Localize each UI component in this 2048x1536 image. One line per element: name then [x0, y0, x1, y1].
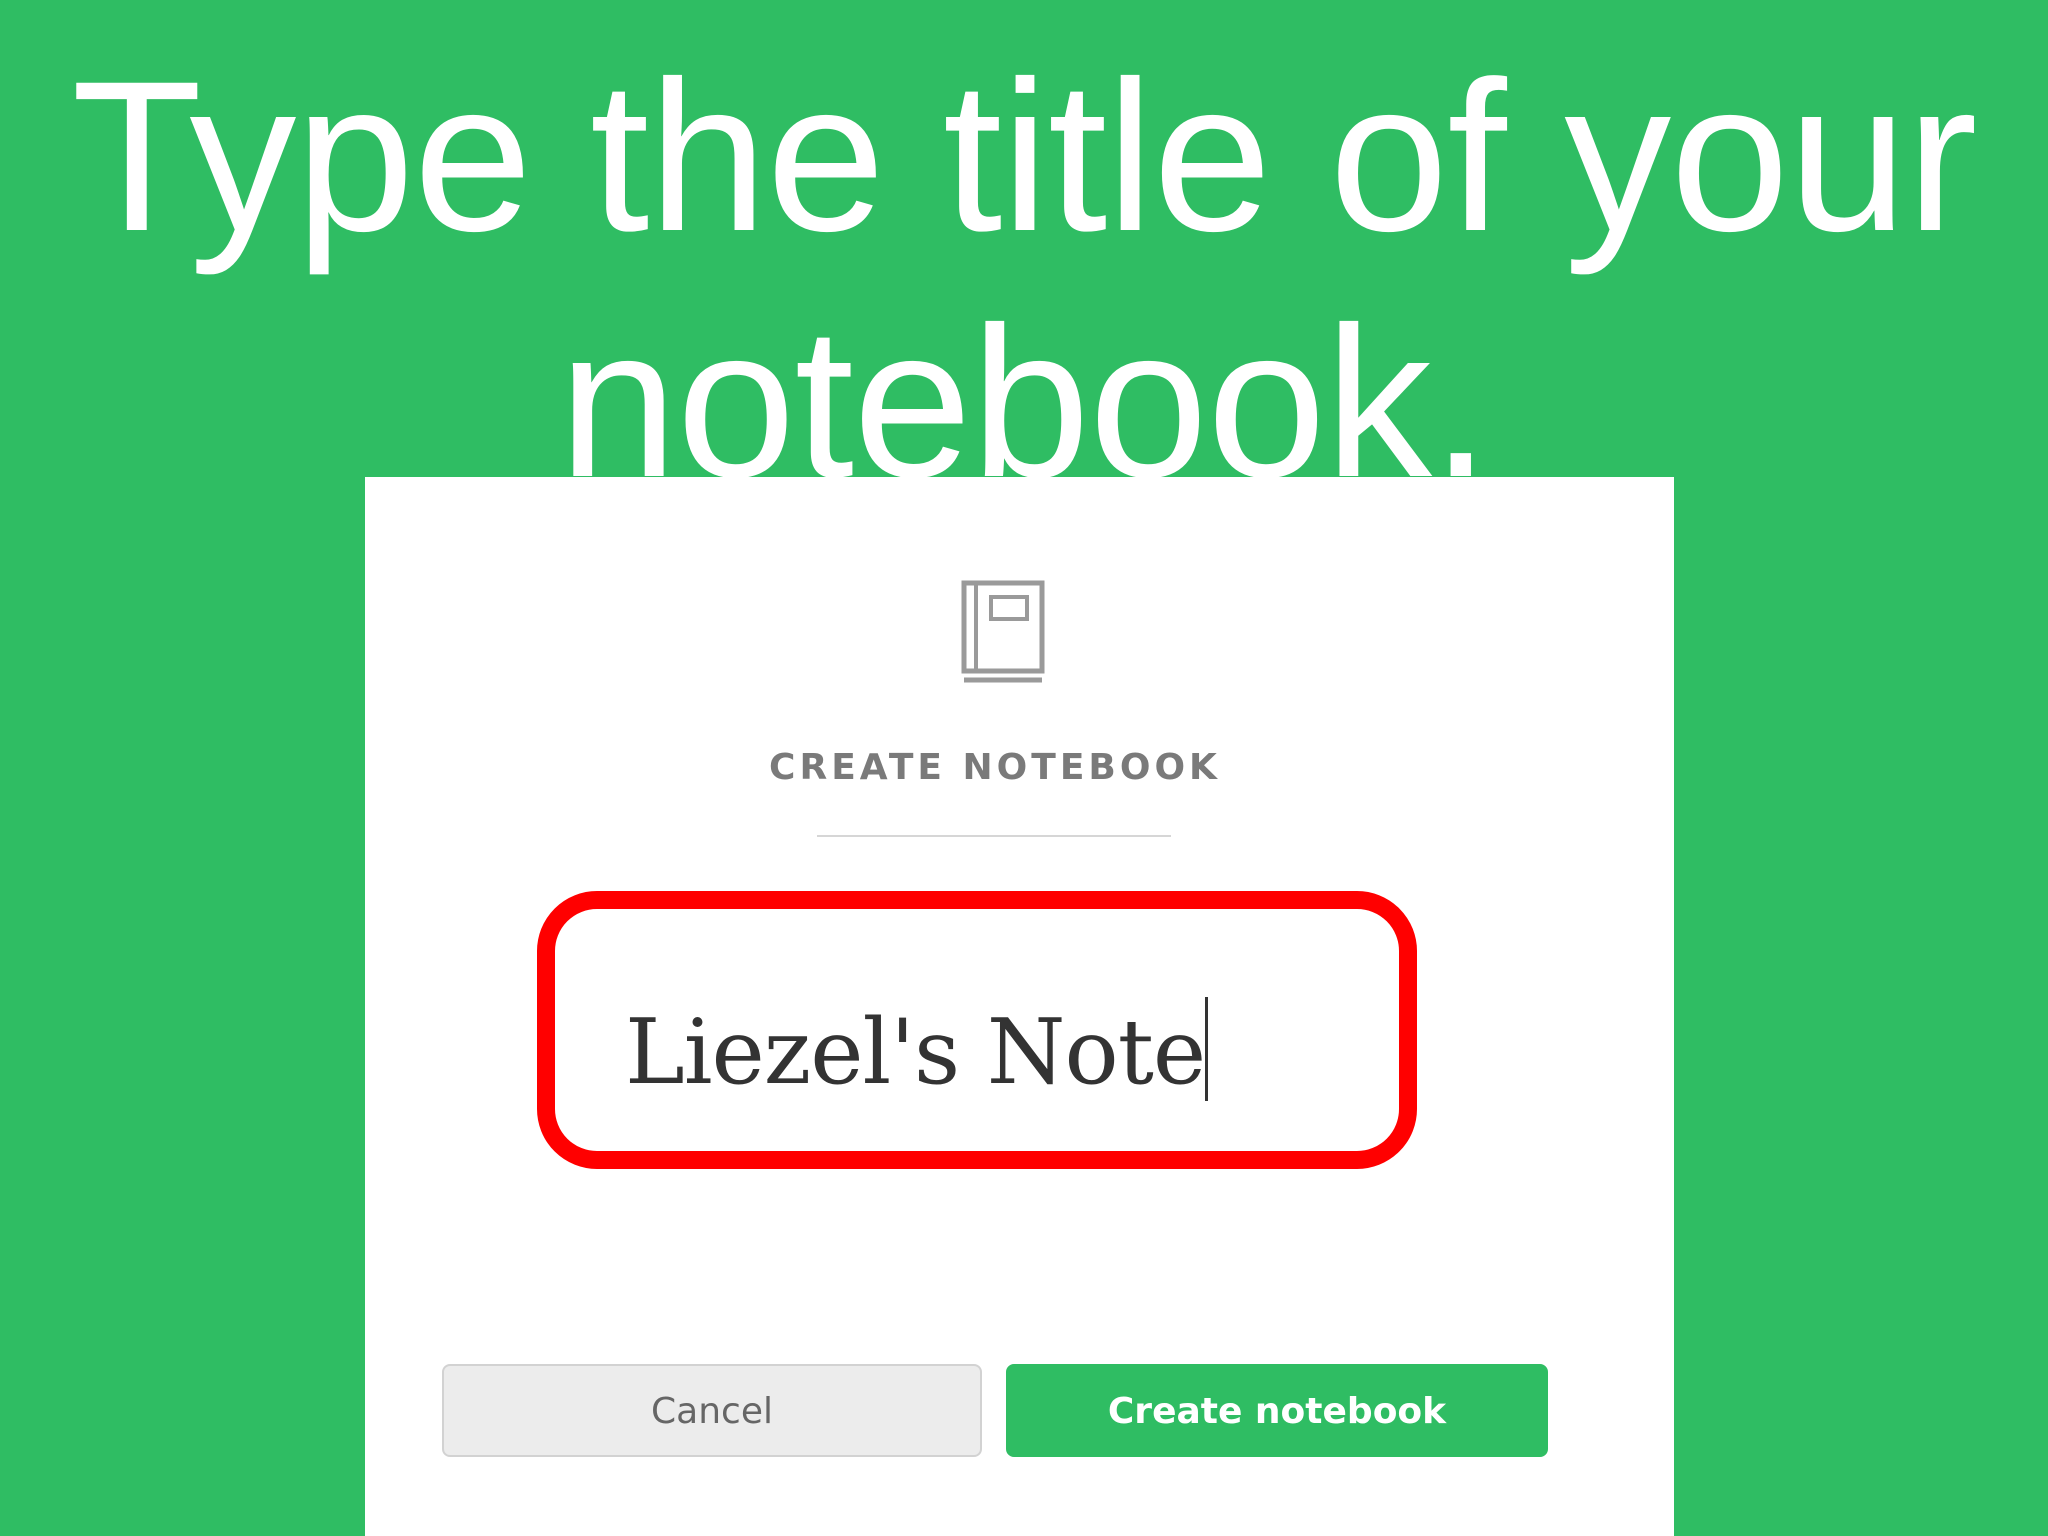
- dialog-heading: CREATE NOTEBOOK: [769, 747, 1221, 788]
- create-notebook-dialog: CREATE NOTEBOOK Liezel's Note Cancel Cre…: [365, 477, 1674, 1536]
- create-notebook-button[interactable]: Create notebook: [1006, 1364, 1548, 1457]
- cancel-button[interactable]: Cancel: [442, 1364, 982, 1457]
- notebook-icon: [955, 577, 1051, 687]
- notebook-title-value: Liezel's Note: [625, 1000, 1206, 1105]
- notebook-title-input[interactable]: Liezel's Note: [625, 997, 1345, 1107]
- heading-divider: [817, 835, 1171, 837]
- slide-title: Type the title of your notebook.: [71, 37, 1977, 522]
- text-caret: [1205, 997, 1209, 1101]
